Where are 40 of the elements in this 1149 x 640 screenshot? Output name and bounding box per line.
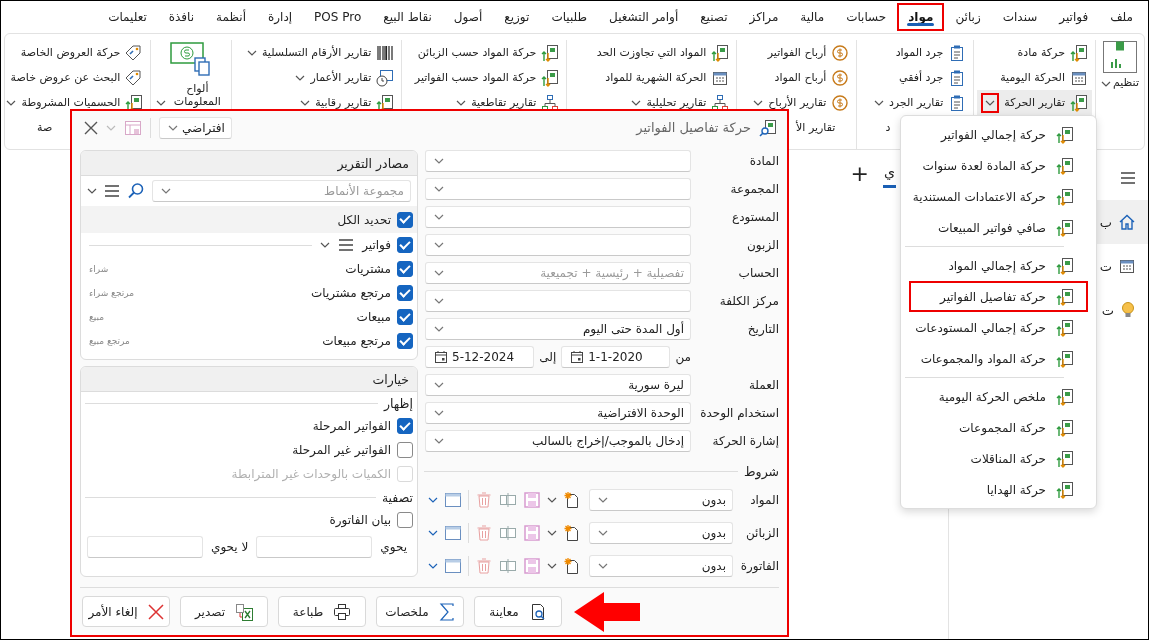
type-note: مبيع (89, 312, 105, 322)
checkbox-label: مشتريات (345, 262, 391, 276)
panel-header: خيارات (81, 367, 417, 392)
panel-header: مصادر التقرير (81, 151, 417, 176)
checkbox-label: مرتجع مبيعات (322, 334, 391, 348)
checkbox-label: الفواتير المرحلة (312, 419, 391, 433)
field-label: الزبون (746, 238, 779, 252)
field-label: استخدام الوحدة (699, 406, 779, 420)
type-note: مرتجع مبيع (89, 336, 130, 346)
section-title: شروط (744, 463, 779, 479)
field-label: الزبائن (744, 525, 779, 540)
field-label: المجموعة (729, 182, 779, 196)
from-label: من (675, 350, 691, 364)
checkbox-label: مبيعات (356, 310, 391, 324)
field-label: يحوي (380, 540, 407, 554)
type-note: مرتجع شراء (89, 288, 134, 298)
group-caption: تقارير الأ (796, 120, 836, 134)
field-label: المادة (748, 154, 779, 168)
checkbox-label: الفواتير غير المرحلة (292, 443, 391, 457)
dialog-title: حركة تفاصيل الفواتير (636, 120, 751, 135)
field-label: مركز الكلفة (718, 294, 779, 308)
field-label: العملة (747, 378, 779, 392)
checkbox-label: تحديد الكل (337, 212, 391, 227)
group-title: تصفية (381, 489, 413, 505)
field-label: لا يحوي (211, 540, 249, 554)
checkbox-label: فواتير (362, 238, 391, 252)
group-caption: د (885, 120, 891, 134)
field-label: المواد (749, 492, 779, 507)
field-label: التاريخ (746, 322, 779, 336)
group-title: إظهار (383, 395, 413, 411)
checkbox-label: مرتجع مشتريات (311, 286, 391, 300)
field-label: المستودع (731, 210, 779, 224)
field-label: إشارة الحركة (711, 434, 779, 448)
group-caption: صة (37, 120, 53, 134)
field-label: الحساب (737, 266, 779, 280)
to-label: إلى (539, 350, 557, 364)
field-label: الفاتورة (739, 558, 779, 573)
checkbox-label: الكميات بالوحدات غير المترابطة (231, 467, 391, 481)
type-note: شراء (89, 264, 109, 274)
checkbox-label: بيان الفاتورة (329, 513, 391, 527)
